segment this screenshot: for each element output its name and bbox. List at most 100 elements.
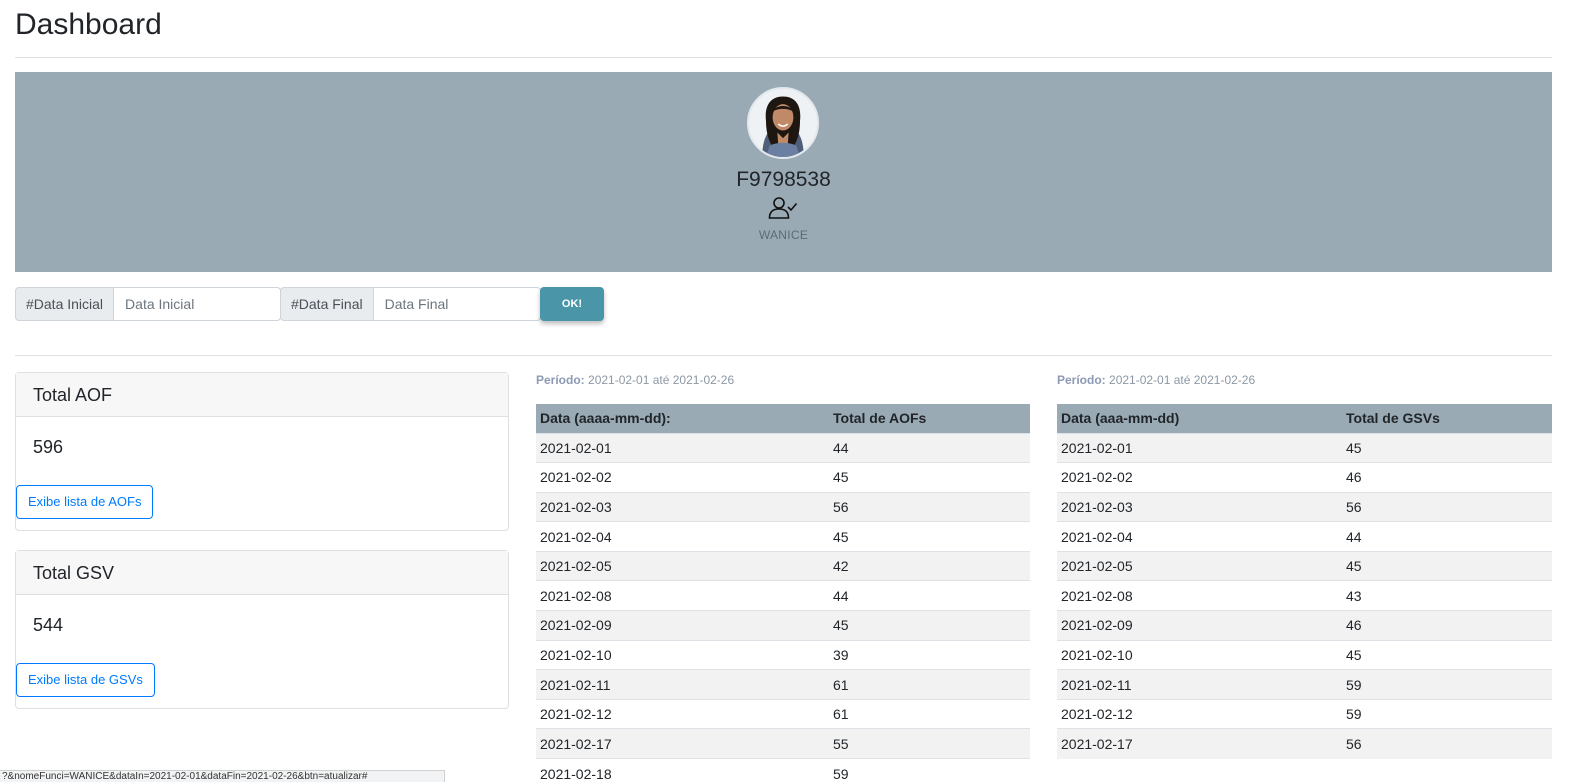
table-row: 2021-02-01 45 <box>1057 432 1552 463</box>
total-cell: 44 <box>829 432 1030 463</box>
avatar <box>747 87 819 159</box>
date-cell: 2021-02-02 <box>536 462 829 493</box>
total-gsv-title: Total GSV <box>16 551 508 595</box>
column-header: Total de GSVs <box>1342 404 1552 433</box>
date-cell: 2021-02-04 <box>536 521 829 552</box>
table-header-row: Data (aaa-mm-dd) Total de GSVs <box>1057 404 1552 433</box>
table-row: 2021-02-08 43 <box>1057 580 1552 611</box>
user-name: WANICE <box>758 228 809 242</box>
date-cell: 2021-02-08 <box>1057 580 1342 611</box>
table-row: 2021-02-17 56 <box>1057 728 1552 759</box>
date-cell: 2021-02-18 <box>536 758 829 782</box>
end-date-group: #Data Final <box>280 287 541 321</box>
table-row: 2021-02-11 61 <box>536 669 1030 700</box>
total-cell: 46 <box>1342 462 1552 493</box>
user-check-icon <box>768 197 798 219</box>
date-cell: 2021-02-04 <box>1057 521 1342 552</box>
aof-period-value: 2021-02-01 até 2021-02-26 <box>588 373 735 387</box>
start-date-addon: #Data Inicial <box>15 287 114 321</box>
aof-period: Período: 2021-02-01 até 2021-02-26 <box>536 373 734 387</box>
total-aof-card: Total AOF 596 Exibe lista de AOFs <box>15 372 509 531</box>
table-row: 2021-02-01 44 <box>536 432 1030 463</box>
total-cell: 59 <box>1342 669 1552 700</box>
date-cell: 2021-02-12 <box>536 698 829 729</box>
table-row: 2021-02-12 59 <box>1057 698 1552 729</box>
total-cell: 55 <box>829 728 1030 759</box>
table-row: 2021-02-04 44 <box>1057 521 1552 552</box>
table-row: 2021-02-10 39 <box>536 639 1030 670</box>
date-cell: 2021-02-10 <box>1057 639 1342 670</box>
column-header: Total de AOFs <box>829 404 1030 433</box>
date-cell: 2021-02-01 <box>1057 432 1342 463</box>
profile-banner: F9798538 WANICE <box>15 72 1552 272</box>
show-aof-list-button[interactable]: Exibe lista de AOFs <box>16 485 154 519</box>
total-cell: 45 <box>829 521 1030 552</box>
status-bar-url: ?&nomeFunci=WANICE&dataIn=2021-02-01&dat… <box>0 770 445 782</box>
gsv-period: Período: 2021-02-01 até 2021-02-26 <box>1057 373 1255 387</box>
total-cell: 43 <box>1342 580 1552 611</box>
date-cell: 2021-02-08 <box>536 580 829 611</box>
total-cell: 61 <box>829 669 1030 700</box>
total-aof-value: 596 <box>33 437 64 457</box>
total-cell: 56 <box>1342 728 1552 759</box>
total-cell: 42 <box>829 550 1030 581</box>
gsv-period-value: 2021-02-01 até 2021-02-26 <box>1109 373 1256 387</box>
date-cell: 2021-02-05 <box>536 550 829 581</box>
total-cell: 45 <box>1342 432 1552 463</box>
column-header: Data (aaa-mm-dd) <box>1057 404 1342 433</box>
aof-period-label: Período: <box>536 373 585 387</box>
end-date-addon: #Data Final <box>280 287 373 321</box>
total-cell: 56 <box>1342 491 1552 522</box>
table-row: 2021-02-02 46 <box>1057 462 1552 493</box>
table-row: 2021-02-10 45 <box>1057 639 1552 670</box>
date-cell: 2021-02-17 <box>1057 728 1342 759</box>
date-cell: 2021-02-03 <box>1057 491 1342 522</box>
total-cell: 44 <box>1342 521 1552 552</box>
date-cell: 2021-02-11 <box>1057 669 1342 700</box>
total-cell: 39 <box>829 639 1030 670</box>
table-row: 2021-02-11 59 <box>1057 669 1552 700</box>
date-cell: 2021-02-17 <box>536 728 829 759</box>
total-cell: 45 <box>829 462 1030 493</box>
table-row: 2021-02-09 46 <box>1057 610 1552 641</box>
date-cell: 2021-02-02 <box>1057 462 1342 493</box>
table-row: 2021-02-05 45 <box>1057 550 1552 581</box>
total-cell: 45 <box>1342 550 1552 581</box>
start-date-input[interactable] <box>113 287 282 321</box>
total-cell: 44 <box>829 580 1030 611</box>
table-row: 2021-02-17 55 <box>536 728 1030 759</box>
total-aof-title: Total AOF <box>16 373 508 417</box>
show-gsv-list-button[interactable]: Exibe lista de GSVs <box>16 663 155 697</box>
date-cell: 2021-02-11 <box>536 669 829 700</box>
table-row: 2021-02-03 56 <box>1057 491 1552 522</box>
total-gsv-value: 544 <box>33 615 64 635</box>
total-cell: 46 <box>1342 610 1552 641</box>
date-cell: 2021-02-12 <box>1057 698 1342 729</box>
column-header: Data (aaaa-mm-dd): <box>536 404 829 433</box>
table-row: 2021-02-03 56 <box>536 491 1030 522</box>
end-date-input[interactable] <box>372 287 541 321</box>
table-row: 2021-02-12 61 <box>536 698 1030 729</box>
divider <box>15 355 1552 356</box>
user-id: F9798538 <box>736 168 831 191</box>
total-cell: 45 <box>829 610 1030 641</box>
date-cell: 2021-02-09 <box>1057 610 1342 641</box>
page-title: Dashboard <box>15 8 162 41</box>
table-row: 2021-02-02 45 <box>536 462 1030 493</box>
total-cell: 59 <box>1342 698 1552 729</box>
table-row: 2021-02-18 59 <box>536 758 1030 782</box>
table-row: 2021-02-09 45 <box>536 610 1030 641</box>
date-cell: 2021-02-05 <box>1057 550 1342 581</box>
gsv-period-label: Período: <box>1057 373 1106 387</box>
divider <box>15 57 1552 58</box>
start-date-group: #Data Inicial <box>15 287 282 321</box>
total-cell: 61 <box>829 698 1030 729</box>
date-cell: 2021-02-10 <box>536 639 829 670</box>
aof-table: Data (aaaa-mm-dd): Total de AOFs 2021-02… <box>536 404 1030 782</box>
total-cell: 56 <box>829 491 1030 522</box>
gsv-table: Data (aaa-mm-dd) Total de GSVs 2021-02-0… <box>1057 404 1552 759</box>
total-cell: 59 <box>829 758 1030 782</box>
ok-button[interactable]: OK! <box>540 287 604 321</box>
table-row: 2021-02-08 44 <box>536 580 1030 611</box>
table-header-row: Data (aaaa-mm-dd): Total de AOFs <box>536 404 1030 433</box>
